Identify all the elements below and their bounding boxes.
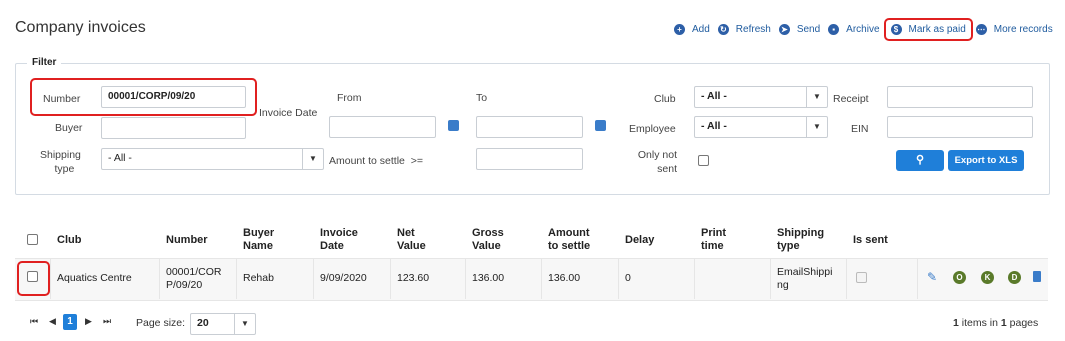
col-amount-to-settle[interactable]: Amount to settle <box>548 227 590 253</box>
chevron-down-icon: ▼ <box>234 314 255 334</box>
shipping-type-label: Shipping type <box>40 149 81 175</box>
buyer-label: Buyer <box>55 122 83 134</box>
column-divider <box>694 258 695 299</box>
club-select[interactable]: - All - ▼ <box>694 86 828 108</box>
edit-icon[interactable]: ✎ <box>927 270 937 284</box>
first-page-icon[interactable]: ⏮ <box>30 316 38 327</box>
toolbar: + Add ↻ Refresh ➤ Send ▪ Archive $ Mark … <box>674 18 1061 41</box>
column-divider <box>390 258 391 299</box>
archive-icon: ▪ <box>828 24 840 35</box>
only-not-sent-label: Only not sent <box>637 149 677 175</box>
column-divider <box>465 258 466 299</box>
export-xls-button[interactable]: Export to XLS <box>948 150 1024 171</box>
row-button-k[interactable]: K <box>981 271 994 284</box>
cell-amount-to-settle: 136.00 <box>548 272 581 284</box>
col-gross-value[interactable]: Gross Value <box>472 227 504 253</box>
send-icon: ➤ <box>778 24 790 35</box>
archive-button[interactable]: ▪ Archive <box>828 24 880 35</box>
column-divider <box>159 258 160 299</box>
add-button[interactable]: + Add <box>674 24 710 35</box>
employee-select[interactable]: - All - ▼ <box>694 116 828 138</box>
shipping-type-select[interactable]: - All - ▼ <box>101 148 324 170</box>
col-net-value[interactable]: Net Value <box>397 227 426 253</box>
ein-input[interactable] <box>887 116 1033 138</box>
calendar-icon[interactable] <box>448 120 459 131</box>
send-button[interactable]: ➤ Send <box>778 24 820 35</box>
cell-shipping-type: EmailShippi ng <box>777 266 833 291</box>
is-sent-checkbox <box>856 272 867 283</box>
prev-page-icon[interactable]: ◀ <box>49 316 56 327</box>
chevron-down-icon: ▼ <box>806 87 827 107</box>
chevron-down-icon: ▼ <box>806 117 827 137</box>
col-invoice-date[interactable]: Invoice Date <box>320 227 358 253</box>
search-button[interactable]: ⚲ <box>896 150 944 171</box>
column-divider <box>541 258 542 299</box>
more-records-icon: ⋯ <box>975 24 987 35</box>
from-date-input[interactable] <box>329 116 436 138</box>
column-divider <box>313 258 314 299</box>
row-button-d[interactable]: D <box>1008 271 1021 284</box>
number-label: Number <box>43 93 81 105</box>
next-page-icon[interactable]: ▶ <box>85 316 92 327</box>
row-select-checkbox[interactable] <box>27 271 38 282</box>
employee-label: Employee <box>629 123 676 135</box>
page-size-select[interactable]: 20 ▼ <box>190 313 256 335</box>
amount-to-settle-input[interactable] <box>476 148 583 170</box>
add-icon: + <box>674 24 685 35</box>
trash-icon[interactable] <box>1033 271 1041 282</box>
col-print-time[interactable]: Print time <box>701 227 726 253</box>
only-not-sent-checkbox[interactable] <box>698 155 709 166</box>
column-divider <box>770 258 771 299</box>
col-number[interactable]: Number <box>166 234 208 247</box>
amount-to-settle-label: Amount to settle >= <box>329 155 423 167</box>
cell-club: Aquatics Centre <box>57 272 132 284</box>
cell-buyer-name: Rehab <box>243 272 274 284</box>
cell-number[interactable]: 00001/COR P/09/20 <box>166 266 221 291</box>
col-buyer-name[interactable]: Buyer Name <box>243 227 274 253</box>
col-is-sent[interactable]: Is sent <box>853 234 888 247</box>
column-divider <box>618 258 619 299</box>
current-page-button[interactable]: 1 <box>63 314 77 330</box>
col-delay[interactable]: Delay <box>625 234 654 247</box>
refresh-button[interactable]: ↻ Refresh <box>717 24 771 35</box>
invoice-date-label: Invoice Date <box>259 107 318 119</box>
col-club[interactable]: Club <box>57 234 81 247</box>
column-divider <box>846 258 847 299</box>
row-button-o[interactable]: O <box>953 271 966 284</box>
ein-label: EIN <box>851 123 869 135</box>
cell-invoice-date: 9/09/2020 <box>320 272 367 284</box>
from-label: From <box>337 92 362 104</box>
cell-net-value: 123.60 <box>397 272 430 284</box>
club-label: Club <box>654 93 676 105</box>
receipt-input[interactable] <box>887 86 1033 108</box>
receipt-label: Receipt <box>833 93 869 105</box>
select-all-checkbox[interactable] <box>27 234 38 245</box>
buyer-input[interactable] <box>101 117 246 139</box>
to-date-input[interactable] <box>476 116 583 138</box>
to-label: To <box>476 92 488 104</box>
col-shipping-type[interactable]: Shipping type <box>777 227 824 253</box>
more-records-button[interactable]: ⋯ More records <box>975 24 1053 35</box>
page-title: Company invoices <box>15 19 146 36</box>
refresh-icon: ↻ <box>717 24 729 35</box>
mark-as-paid-button[interactable]: $ Mark as paid <box>883 18 973 41</box>
column-divider <box>50 258 51 299</box>
cell-delay: 0 <box>625 272 631 284</box>
mark-paid-icon: $ <box>890 24 902 35</box>
pager-info: 1 items in 1 pages <box>953 317 1039 329</box>
calendar-icon[interactable] <box>595 120 606 131</box>
cell-gross-value: 136.00 <box>472 272 505 284</box>
chevron-down-icon: ▼ <box>302 149 323 169</box>
column-divider <box>236 258 237 299</box>
column-divider <box>917 258 918 299</box>
search-icon: ⚲ <box>915 154 925 166</box>
page-size-label: Page size: <box>136 317 186 329</box>
last-page-icon[interactable]: ⏭ <box>103 316 111 327</box>
number-input[interactable]: 00001/CORP/09/20 <box>101 86 246 108</box>
filter-legend: Filter <box>27 57 62 68</box>
